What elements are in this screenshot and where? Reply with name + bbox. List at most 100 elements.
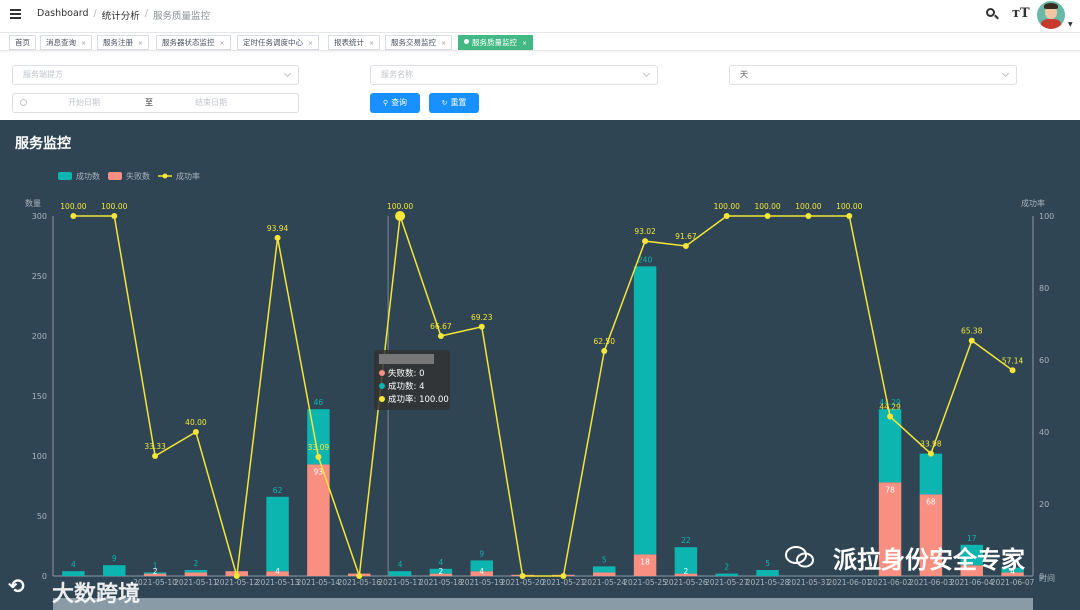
avatar[interactable] — [1037, 1, 1065, 29]
rate-point — [887, 413, 894, 420]
y-tick-label-left: 300 — [32, 212, 47, 221]
service-monitor-chart[interactable]: 050100150200250300020406080100数量 成功率时间成功数… — [0, 120, 1080, 610]
rate-point — [315, 453, 322, 460]
rate-label: 93.02 — [634, 227, 656, 236]
rate-label: 40.00 — [185, 418, 207, 427]
service-placeholder: 服务名称 — [381, 70, 413, 79]
tab-label: 服务注册 — [103, 38, 133, 47]
close-icon[interactable]: × — [441, 40, 446, 47]
bar-label-failed: 2 — [439, 567, 444, 576]
y-axis-title-left: 数量 — [25, 198, 41, 208]
breadcrumb: Dashboard / 统计分析 / 服务质量监控 — [37, 8, 210, 22]
legend-label-failed: 失败数 — [126, 171, 150, 181]
tooltip-failed-text: 失败数: 0 — [388, 369, 425, 379]
rate-point — [70, 213, 77, 219]
hamburger-icon[interactable] — [10, 8, 22, 20]
close-icon[interactable]: × — [81, 40, 86, 47]
tab-transaction-monitor[interactable]: 服务交易监控 × — [385, 35, 453, 50]
rate-label: 100.00 — [795, 202, 821, 211]
bar-label-success: 62 — [273, 486, 283, 495]
rate-point — [846, 213, 853, 219]
bar-label-failed: 68 — [926, 497, 936, 506]
x-tick-label: 2021-05-13 — [256, 578, 300, 587]
rate-point — [478, 323, 485, 330]
tab-label: 首页 — [15, 38, 30, 47]
rate-point — [274, 234, 281, 241]
bar-success — [756, 570, 779, 576]
rate-point — [723, 213, 730, 219]
rate-label: 33.33 — [144, 442, 166, 451]
x-tick-label: 2021-05-26 — [664, 578, 708, 587]
rate-label: 100.00 — [60, 202, 86, 211]
breadcrumb-item[interactable]: 统计分析 — [102, 8, 140, 22]
end-date-input[interactable]: 结束日期 — [195, 94, 227, 112]
rate-point — [642, 238, 649, 245]
start-date-input[interactable]: 开始日期 — [68, 94, 100, 112]
rate-label: 100.00 — [101, 202, 127, 211]
granularity-value: 天 — [740, 70, 748, 79]
rate-point — [152, 453, 159, 460]
tab-message-query[interactable]: 消息查询 × — [40, 35, 93, 50]
tooltip-failed: 失败数: 0 — [379, 368, 445, 381]
reset-button[interactable]: ↻ 重置 — [429, 93, 479, 113]
close-icon[interactable]: × — [522, 40, 527, 47]
brand-logo-icon: ⟲ — [8, 574, 25, 598]
y-tick-label-right: 40 — [1039, 428, 1049, 437]
x-tick-label: 2021-05-25 — [623, 578, 667, 587]
reset-label: 重置 — [450, 98, 467, 107]
query-button[interactable]: ⚲ 查询 — [370, 93, 420, 113]
bar-label-success: 4 — [71, 560, 76, 569]
breadcrumb-separator: / — [93, 8, 97, 19]
tooltip-rate-text: 成功率: 100.00 — [388, 395, 449, 405]
x-tick-label: 2021-05-20 — [501, 578, 545, 587]
tab-label: 定时任务调度中心 — [243, 38, 303, 47]
breadcrumb-item[interactable]: Dashboard — [37, 8, 89, 22]
x-tick-label: 2021-05-27 — [705, 578, 749, 587]
close-icon[interactable]: × — [138, 40, 143, 47]
bar-success — [715, 573, 738, 576]
chevron-down-icon — [642, 69, 651, 78]
range-separator: 至 — [145, 98, 153, 107]
tooltip-rate: 成功率: 100.00 — [379, 394, 449, 407]
bar-label-failed: 18 — [640, 557, 650, 566]
tags-view: 首页 消息查询 × 服务注册 × 服务器状态监控 × 定时任务调度中心 × 报表统计 × … — [0, 32, 1080, 51]
bar-label-success: 9 — [479, 549, 484, 558]
rate-label: 91.67 — [675, 232, 697, 241]
provider-select[interactable]: 服务端提方 — [12, 65, 299, 85]
bar-success — [633, 266, 657, 555]
tab-service-register[interactable]: 服务注册 × — [97, 35, 150, 50]
font-size-icon[interactable]: тT — [1012, 6, 1030, 21]
tab-report-stats[interactable]: 报表统计 × — [328, 35, 381, 50]
bar-success — [878, 409, 902, 483]
x-tick-label: 2021-05-28 — [746, 578, 790, 587]
chevron-down-icon — [1001, 69, 1010, 78]
close-icon[interactable]: × — [369, 40, 374, 47]
tab-home[interactable]: 首页 — [9, 35, 36, 50]
x-tick-label: 2021-06-07 — [991, 578, 1035, 587]
bar-label-success: 240 — [638, 255, 653, 264]
close-icon[interactable]: × — [308, 40, 313, 47]
wechat-icon — [785, 546, 814, 568]
rate-line — [73, 215, 1014, 577]
granularity-select[interactable]: 天 — [729, 65, 1017, 85]
service-select[interactable]: 服务名称 — [370, 65, 658, 85]
x-tick-label: 2021-05-14 — [297, 578, 341, 587]
x-tick-label: 2021-05-17 — [378, 578, 422, 587]
tab-task-scheduler[interactable]: 定时任务调度中心 × — [237, 35, 320, 50]
x-tick-label: 2021-05-19 — [460, 578, 504, 587]
search-icon[interactable] — [986, 8, 999, 20]
bar-label-success: 22 — [681, 536, 691, 545]
active-dot-icon — [464, 39, 469, 44]
provider-placeholder: 服务端提方 — [23, 70, 63, 79]
bar-label-failed: 4 — [275, 567, 280, 576]
tab-server-status[interactable]: 服务器状态监控 × — [156, 35, 231, 50]
y-tick-label-left: 200 — [32, 332, 47, 341]
tab-quality-monitor[interactable]: 服务质量监控 × — [458, 35, 534, 50]
rate-label: 93.94 — [267, 224, 289, 233]
close-icon[interactable]: × — [220, 40, 225, 47]
caret-down-icon[interactable]: ▼ — [1068, 21, 1073, 28]
x-tick-label: 2021-05-24 — [582, 578, 626, 587]
y-tick-label-left: 50 — [37, 512, 47, 521]
date-range-picker[interactable]: 开始日期 至 结束日期 — [12, 93, 299, 113]
bar-label-success: 46 — [314, 398, 324, 407]
